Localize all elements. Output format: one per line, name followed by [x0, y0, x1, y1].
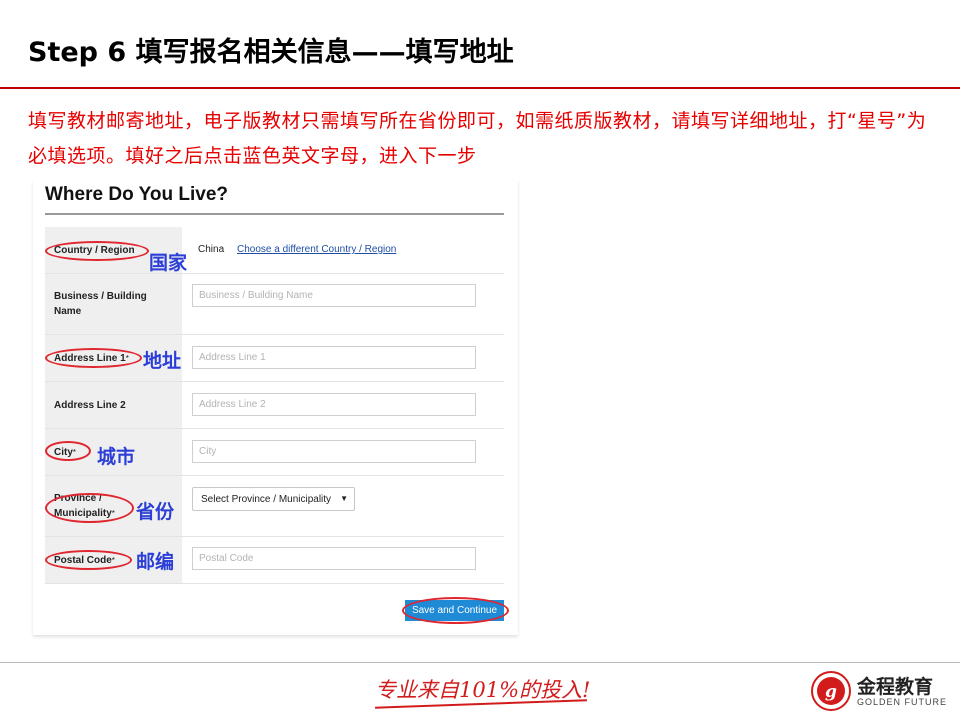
province-highlight-oval — [45, 493, 134, 523]
change-country-link[interactable]: Choose a different Country / Region — [237, 244, 396, 255]
province-annotation: 省份 — [136, 501, 175, 523]
business-label: Business / Building Name — [54, 291, 147, 317]
save-button-highlight-oval — [402, 597, 509, 624]
country-value: China — [198, 244, 225, 255]
address-annotation: 地址 — [143, 350, 182, 372]
address2-label: Address Line 2 — [54, 400, 126, 411]
brand-name-en: GOLDEN FUTURE — [857, 697, 948, 707]
business-name-input[interactable] — [192, 284, 476, 307]
brand-name-cn: 金程教育 — [857, 676, 934, 698]
country-highlight-oval — [45, 241, 149, 261]
dropdown-arrow-icon: ▼ — [340, 494, 348, 503]
city-annotation: 城市 — [97, 446, 136, 468]
footer-divider — [0, 662, 960, 663]
form-heading: Where Do You Live? — [45, 184, 228, 205]
address-line1-input[interactable] — [192, 346, 476, 369]
instruction-text: 填写教材邮寄地址，电子版教材只需填写所在省份即可，如需纸质版教材，请填写详细地址… — [28, 110, 927, 167]
postal-annotation: 邮编 — [136, 551, 175, 573]
golden-future-logo-icon: g — [811, 671, 851, 711]
postal-code-input[interactable] — [192, 547, 476, 570]
postal-highlight-oval — [45, 550, 132, 570]
title-divider — [0, 87, 960, 89]
address-highlight-oval — [45, 348, 142, 368]
slide-title: Step 6 填写报名相关信息——填写地址 — [28, 37, 514, 68]
form-heading-divider — [45, 213, 504, 215]
city-input[interactable] — [192, 440, 476, 463]
svg-text:g: g — [825, 682, 837, 702]
address2-row: Address Line 2 — [45, 382, 504, 429]
country-annotation: 国家 — [149, 252, 188, 274]
province-select[interactable]: Select Province / Municipality ▼ — [192, 487, 355, 511]
province-select-value: Select Province / Municipality — [201, 494, 332, 505]
city-highlight-oval — [45, 441, 91, 461]
address-line2-input[interactable] — [192, 393, 476, 416]
business-row: Business / Building Name — [45, 274, 504, 335]
